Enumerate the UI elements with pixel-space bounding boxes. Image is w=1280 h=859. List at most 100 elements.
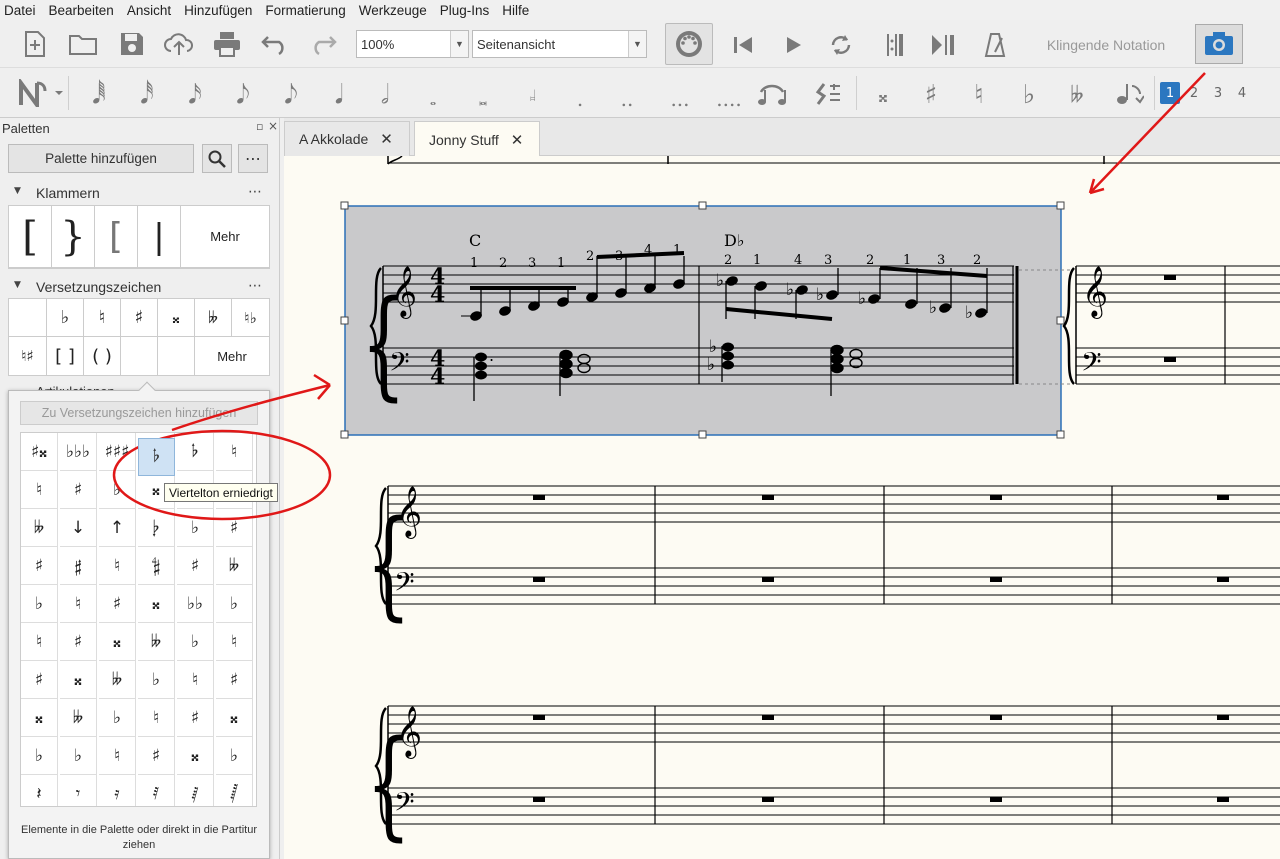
note-head[interactable]	[475, 352, 487, 362]
concert-pitch-toggle[interactable]: Klingende Notation	[1040, 32, 1172, 58]
chevron-down-icon[interactable]: ▼	[450, 31, 468, 57]
augmentation-dot-button[interactable]: .	[568, 80, 592, 111]
selection-box[interactable]	[344, 205, 1062, 436]
image-capture-button[interactable]	[1195, 24, 1243, 64]
bracket-brace[interactable]: }	[52, 206, 95, 268]
accidental-cell[interactable]: ♭♭♭	[60, 433, 97, 471]
accidental-cell[interactable]: 𝄪	[60, 661, 97, 699]
section-brackets-title[interactable]: Klammern	[36, 185, 100, 201]
accidental-cell[interactable]: ♯♯♯	[99, 433, 136, 471]
accidental-natural-flat[interactable]: ♮♭	[232, 299, 269, 337]
menu-hinzufuegen[interactable]: Hinzufügen	[184, 3, 252, 18]
tie-icon[interactable]	[754, 78, 790, 110]
voice-2-button[interactable]: 2	[1184, 82, 1204, 104]
voice-4-button[interactable]: 4	[1232, 82, 1252, 104]
chevron-down-icon[interactable]: ▼	[628, 31, 646, 57]
note-head[interactable]	[830, 344, 844, 356]
accidental-cell[interactable]: ♭♭	[177, 585, 214, 623]
collapse-triangle-icon[interactable]: ▼	[14, 186, 21, 196]
quarter-tone-flat-cell-highlight[interactable]: 𝄬	[138, 438, 175, 476]
repeat-playback-icon[interactable]	[880, 30, 910, 60]
accidental-cell[interactable]: ♯	[216, 661, 253, 699]
tab-a-akkolade[interactable]: A Akkolade ✕	[284, 121, 410, 156]
accidentals-more-button[interactable]: Mehr	[195, 337, 269, 375]
print-icon[interactable]	[210, 28, 244, 60]
double-sharp-button[interactable]: 𝄪	[870, 80, 896, 110]
section-menu-icon[interactable]: ⋯	[248, 278, 262, 294]
zoom-combobox[interactable]: 100% ▼	[356, 30, 469, 58]
accidental-cell[interactable]: ♭	[60, 737, 97, 775]
duration-eighth-button[interactable]: 𝅘𝅥𝅮	[230, 80, 256, 110]
accidental-cell[interactable]: ♭	[216, 737, 253, 775]
accidental-cell[interactable]: 𝄽	[21, 775, 58, 806]
play-icon[interactable]	[778, 30, 808, 60]
duration-32nd-button[interactable]: 𝅘𝅥𝅰	[134, 80, 160, 110]
accidental-cell[interactable]: 𝄪	[21, 699, 58, 737]
accidental-cell[interactable]: 𝄭	[138, 509, 175, 547]
accidental-flat[interactable]: ♭	[47, 299, 84, 337]
add-to-palette-button[interactable]: Zu Versetzungszeichen hinzufügen	[20, 401, 258, 425]
accidental-cell[interactable]: 𝄬	[177, 433, 214, 471]
accidental-parentheses[interactable]: ( )	[84, 337, 121, 375]
duration-64th-button[interactable]: 𝅘𝅥𝅱	[86, 80, 112, 110]
new-file-icon[interactable]	[20, 28, 50, 60]
note-head[interactable]	[559, 358, 573, 370]
tab-jonny-stuff[interactable]: Jonny Stuff ✕	[414, 121, 540, 157]
chord-symbol-db[interactable]: D♭	[724, 231, 744, 250]
accidental-cell[interactable]: ♭	[21, 585, 58, 623]
brackets-more-button[interactable]: Mehr	[181, 206, 269, 268]
accidental-cell[interactable]: ♯	[21, 661, 58, 699]
more-options-button[interactable]: ⋯	[238, 144, 268, 173]
accidental-cell[interactable]: ♯	[177, 547, 214, 585]
duration-eighth-alt-button[interactable]: 𝅘𝅥𝅮	[278, 80, 304, 110]
accidental-cell[interactable]: 𝄪	[99, 623, 136, 661]
accidental-cell[interactable]: 𝄪	[216, 699, 253, 737]
note-head[interactable]	[559, 349, 573, 361]
accidental-cell[interactable]: ♭	[177, 509, 214, 547]
accidental-natural[interactable]: ♮	[84, 299, 121, 337]
duration-16th-button[interactable]: 𝅘𝅥𝅯	[182, 80, 208, 110]
open-folder-icon[interactable]	[66, 28, 100, 60]
accidental-cell[interactable]: ♯𝄪	[21, 433, 58, 471]
duration-half-button[interactable]: 𝅗𝅥	[372, 80, 398, 110]
accidental-cell[interactable]: ♯	[99, 585, 136, 623]
bracket-line[interactable]: |	[138, 206, 181, 268]
accidental-cell[interactable]: ♯	[60, 623, 97, 661]
undock-icon[interactable]: ▫	[256, 120, 263, 133]
accidental-cell[interactable]: 𝄫	[99, 661, 136, 699]
accidental-double-flat[interactable]: 𝄫	[195, 299, 232, 337]
accidental-double-sharp[interactable]: 𝄪	[158, 299, 195, 337]
accidental-cell[interactable]: ♭	[21, 737, 58, 775]
accidental-sharp[interactable]: ♯	[121, 299, 158, 337]
accidental-cell[interactable]: ♮	[60, 585, 97, 623]
accidental-cell[interactable]: ♮	[138, 699, 175, 737]
flat-button[interactable]: ♭	[1016, 80, 1042, 110]
duration-quarter-button[interactable]: 𝅘𝅥	[326, 80, 352, 110]
voice-1-button[interactable]: 1	[1160, 82, 1180, 104]
accidental-cell[interactable]: ♮	[216, 623, 253, 661]
loop-icon[interactable]	[826, 30, 856, 60]
note-head[interactable]	[830, 353, 844, 365]
accidental-cell[interactable]: ♮	[99, 547, 136, 585]
accidental-cell[interactable]: 𝅂	[216, 775, 253, 806]
accidental-cell[interactable]: 𝄫	[216, 547, 253, 585]
accidental-cell[interactable]: ↑	[99, 509, 136, 547]
note-head[interactable]	[722, 360, 734, 370]
double-dot-button[interactable]: ..	[612, 80, 642, 111]
accidental-cell[interactable]: 𝄫	[138, 623, 175, 661]
chord-symbol-c[interactable]: C	[469, 231, 481, 250]
accidental-cell[interactable]: 𝄪	[138, 585, 175, 623]
accidental-cell[interactable]: ♮	[99, 737, 136, 775]
accidental-cell[interactable]: ♯	[216, 509, 253, 547]
flip-direction-icon[interactable]	[1110, 78, 1146, 110]
close-icon[interactable]: ×	[268, 119, 278, 133]
accidental-cell[interactable]: 𝄫	[60, 699, 97, 737]
midi-input-button[interactable]	[665, 23, 713, 65]
accidental-cell[interactable]: 𝄪	[177, 737, 214, 775]
menu-werkzeuge[interactable]: Werkzeuge	[359, 3, 427, 18]
close-icon[interactable]: ✕	[511, 131, 524, 149]
double-flat-button[interactable]: 𝄫	[1062, 80, 1092, 110]
add-palette-button[interactable]: Palette hinzufügen	[8, 144, 194, 173]
section-menu-icon[interactable]: ⋯	[248, 184, 262, 200]
accidental-cell[interactable]: 𝄾	[60, 775, 97, 806]
